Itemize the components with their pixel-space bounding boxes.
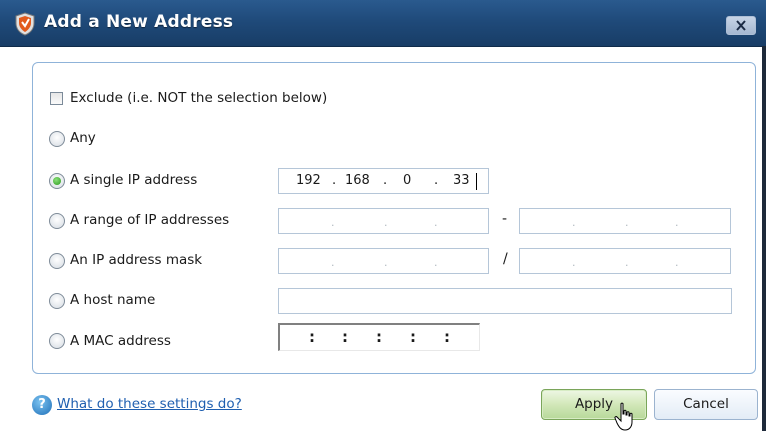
mac-address-input[interactable]: : : : : :: [278, 323, 480, 351]
cancel-button[interactable]: Cancel: [654, 389, 758, 420]
window-edge: [762, 46, 766, 431]
mac-separator: :: [309, 328, 315, 346]
mask-radio[interactable]: [49, 253, 65, 269]
mouse-cursor-icon: [614, 402, 633, 431]
ip-octet-1: 192: [296, 173, 321, 188]
help-link[interactable]: What do these settings do?: [57, 396, 242, 412]
single-ip-label: A single IP address: [70, 172, 198, 188]
mac-separator: :: [444, 328, 450, 346]
exclude-checkbox[interactable]: [50, 92, 63, 105]
single-ip-input[interactable]: 192 . 168 . 0 . 33: [278, 168, 489, 194]
close-icon: [736, 20, 746, 31]
exclude-label: Exclude (i.e. NOT the selection below): [70, 90, 328, 106]
any-label: Any: [70, 130, 96, 146]
help-icon[interactable]: ?: [32, 395, 52, 415]
mask-separator: /: [503, 251, 508, 267]
ip-separator: .: [434, 173, 439, 188]
add-address-dialog: Add a New Address Exclude (i.e. NOT the …: [0, 0, 766, 431]
dialog-title: Add a New Address: [44, 12, 234, 32]
mask-address-input[interactable]: ...: [278, 248, 489, 274]
host-radio[interactable]: [49, 293, 65, 309]
mac-label: A MAC address: [70, 333, 171, 349]
mask-label: An IP address mask: [70, 252, 203, 268]
mac-separator: :: [342, 328, 348, 346]
text-caret: [476, 173, 477, 190]
host-name-input[interactable]: [278, 288, 732, 314]
mac-separator: :: [410, 328, 416, 346]
ip-octet-3: 0: [403, 173, 412, 188]
mask-value-input[interactable]: ...: [519, 248, 731, 274]
any-radio[interactable]: [49, 131, 65, 147]
ip-octet-2: 168: [345, 173, 370, 188]
mac-radio[interactable]: [49, 333, 65, 349]
host-label: A host name: [70, 292, 156, 308]
range-label: A range of IP addresses: [70, 212, 230, 228]
mac-separator: :: [376, 328, 382, 346]
title-bar: Add a New Address: [0, 0, 766, 47]
close-button[interactable]: [726, 16, 756, 35]
single-ip-radio[interactable]: [49, 173, 65, 189]
range-radio[interactable]: [49, 213, 65, 229]
range-start-input[interactable]: ...: [278, 208, 489, 234]
ip-octet-4: 33: [453, 173, 470, 188]
ip-separator: .: [332, 173, 337, 188]
range-separator: -: [502, 211, 508, 227]
range-end-input[interactable]: ...: [519, 208, 731, 234]
ip-separator: .: [383, 173, 388, 188]
shield-icon: [15, 12, 35, 36]
